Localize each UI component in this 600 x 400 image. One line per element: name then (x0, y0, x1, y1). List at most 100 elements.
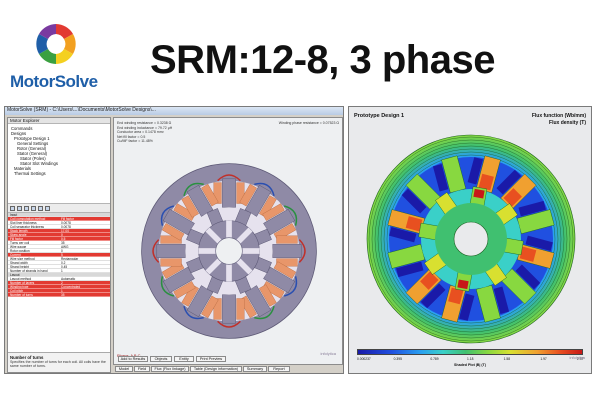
toolbar-icon[interactable] (10, 206, 15, 211)
coil-side (160, 258, 182, 267)
explorer-toolbar (8, 204, 110, 213)
property-row[interactable]: Number of turns 35 (8, 293, 110, 297)
toolbar-icon[interactable] (31, 206, 36, 211)
property-value: 0.0078 (61, 221, 71, 224)
view-button[interactable]: Print Preview (196, 356, 226, 362)
flux-rotor-hotspot (473, 188, 485, 199)
property-value: Automatic (61, 277, 76, 280)
property-name: Skew angle (10, 233, 27, 236)
property-value: Rectangular (61, 257, 79, 260)
property-name: Number of strands in hand (10, 269, 48, 272)
infolytica-watermark: infolytica (320, 351, 336, 356)
property-value: 17.00 (61, 229, 69, 232)
logo-text: MotorSolve (10, 72, 98, 91)
property-value: 35 (61, 241, 65, 244)
winding-info-line: Cu/MF factor = 11.48% (117, 139, 153, 143)
property-value: Concentrated (61, 285, 81, 288)
shaft-hole (215, 237, 243, 265)
rotor-spoke-slot (242, 248, 260, 254)
tooth-body (156, 244, 186, 258)
view-button[interactable]: Entity (174, 356, 194, 362)
property-value: 0.0078 (61, 225, 71, 228)
property-name: Layout (10, 273, 20, 276)
rotor-spoke-slot (226, 264, 232, 282)
winding-info-line: Conductor area = 0.1478 mm² (117, 130, 164, 134)
property-name: Slot liner thickness (10, 221, 37, 224)
flux-rotor-hotspot (457, 279, 469, 290)
view-tab[interactable]: Model (115, 366, 133, 372)
view-tab[interactable]: Table (Design information) (190, 366, 242, 372)
winding-resistance: Winding phase resistance = 0.07523 Ω (278, 121, 339, 125)
property-name: Input (10, 213, 18, 216)
winding-info-line: End winding resistance = 0.3238 Ω (117, 121, 172, 125)
property-value: 0 (61, 233, 63, 236)
property-value: 35 (61, 293, 65, 296)
property-name: Layout method (10, 277, 32, 280)
property-name: Winding type (10, 285, 29, 288)
toolbar-icon[interactable] (17, 206, 22, 211)
flux-density-shaded-plot (366, 134, 576, 344)
view-tab[interactable]: Report (268, 366, 290, 372)
property-name: Strand width (10, 261, 28, 264)
colorbar (357, 349, 583, 355)
tree-item[interactable]: Thermal Settings (11, 171, 107, 176)
property-value: 1 (61, 269, 63, 272)
property-name: Stack length (10, 229, 28, 232)
view-button[interactable]: Objects (150, 356, 172, 362)
plot-title: Prototype Design 1 (354, 113, 405, 119)
property-value: AWG (61, 245, 69, 248)
property-name: Number of turns (10, 293, 33, 296)
software-window: MotorSolve (SRM) - C:\Users\...\Document… (4, 106, 344, 374)
property-name: Fill factor (10, 237, 23, 240)
property-grid: Input Coil computation method Fill factor S… (8, 213, 110, 297)
view-tab[interactable]: Summary (243, 366, 267, 372)
property-name: Coil pitch (10, 289, 24, 292)
view-tab[interactable]: Flux (Flux linkage) (151, 366, 189, 372)
motor-explorer-panel: Motor Explorer Commands Designs Prototype … (7, 117, 111, 373)
property-value: Fill factor (61, 217, 74, 220)
view-tabs: Model Field Flux (Flux linkage) Table (Desi… (113, 365, 343, 373)
infolytica-watermark: infolytica (569, 355, 585, 360)
flux-function-label: Flux function (Wb/mm) (531, 113, 586, 119)
window-title: MotorSolve (SRM) - C:\Users\...\Document… (7, 107, 156, 113)
toolbar-icon[interactable] (45, 206, 50, 211)
property-value: 1 (61, 289, 63, 292)
flux-shaft-hole (453, 221, 489, 257)
property-name: Coil computation method (10, 217, 46, 220)
toolbar-icon[interactable] (38, 206, 43, 211)
colorbar-tick: 0.395 (393, 357, 402, 361)
property-value: 5 (61, 253, 63, 256)
tooth-body (222, 294, 236, 324)
motor-cross-section-view[interactable]: End winding resistance = 0.3238 Ω End win… (113, 117, 343, 365)
property-value: 0.5 (61, 237, 66, 240)
toolbar-icon[interactable] (24, 206, 29, 211)
colorbar-tick: 1.97 (540, 357, 547, 361)
property-name: Turns per coil (10, 241, 30, 244)
colorbar-tick: 1.58 (503, 357, 511, 361)
property-value (59, 213, 110, 216)
property-value: 0.2 (61, 261, 66, 264)
property-value: 0.45 (61, 265, 68, 268)
property-name: Coil separator thickness (10, 225, 45, 228)
view-tab[interactable]: Field (134, 366, 150, 372)
property-name: Rotor position (10, 249, 30, 252)
property-value (59, 273, 110, 276)
flux-plot-window: Prototype Design 1 Flux function (Wb/mm)… (348, 106, 592, 374)
tooth-body (272, 244, 302, 258)
rotor-spoke-slot (226, 220, 232, 238)
window-titlebar: MotorSolve (SRM) - C:\Users\...\Document… (5, 107, 343, 115)
property-name: Wire size method (10, 257, 35, 260)
tooth-body (222, 178, 236, 208)
slide-title: SRM:12-8, 3 phase (150, 38, 495, 82)
design-tree: Commands Designs Prototype Design 1 General… (8, 124, 110, 204)
winding-info: End winding resistance = 0.3238 Ω End win… (117, 121, 172, 144)
property-name: Strand height (10, 265, 29, 268)
property-name: Number of layers (10, 281, 35, 284)
coil-side (236, 298, 245, 320)
colorbar-tick: 0.000237 (357, 357, 371, 361)
coil-side (276, 235, 298, 244)
view-button[interactable]: Add to Results (118, 356, 148, 362)
property-help: Number of turns Specifies the number of … (8, 352, 110, 372)
rotor-spoke-slot (198, 248, 216, 254)
colorbar-caption: Shaded Plot |B| (T) (454, 363, 486, 367)
